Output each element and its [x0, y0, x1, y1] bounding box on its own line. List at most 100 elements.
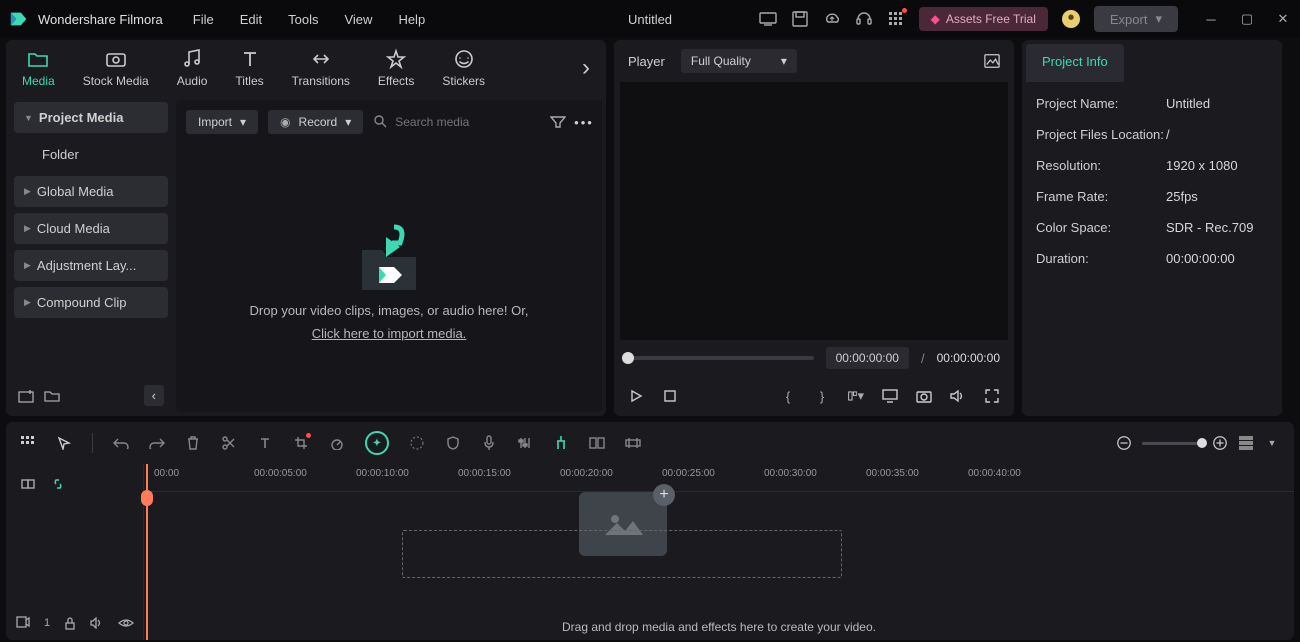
more-categories-icon[interactable]: ›	[582, 54, 590, 82]
timeline-ruler[interactable]: 00:00 00:00:05:00 00:00:10:00 00:00:15:0…	[144, 464, 1294, 492]
color-icon[interactable]	[409, 435, 425, 451]
tab-transitions[interactable]: Transitions	[292, 48, 350, 88]
filter-icon[interactable]	[550, 114, 566, 130]
info-label: Resolution:	[1036, 158, 1166, 173]
tab-titles[interactable]: Titles	[235, 48, 263, 88]
player-viewport[interactable]	[620, 82, 1008, 340]
caret-down-icon: ▼	[24, 113, 33, 123]
minimize-icon[interactable]: ─	[1202, 10, 1220, 28]
text-tool-icon[interactable]	[257, 435, 273, 451]
export-button[interactable]: Export ▾	[1094, 6, 1178, 32]
tab-media[interactable]: Media	[22, 48, 55, 88]
speed-icon[interactable]	[329, 435, 345, 451]
import-link[interactable]: Click here to import media.	[312, 326, 467, 341]
display-icon[interactable]	[882, 388, 898, 404]
crop-icon[interactable]	[293, 435, 309, 451]
track-lock-icon[interactable]	[64, 615, 76, 631]
link-clips-icon[interactable]	[20, 476, 36, 492]
media-sidebar: ▼Project Media Folder ▶Global Media ▶Clo…	[6, 96, 176, 416]
play-icon[interactable]	[628, 388, 644, 404]
drop-folder-icon	[344, 215, 434, 295]
zoom-in-icon[interactable]	[1212, 435, 1228, 451]
video-track-icon[interactable]	[16, 616, 30, 631]
stop-icon[interactable]	[662, 388, 678, 404]
mic-icon[interactable]	[481, 435, 497, 451]
folder-small-icon[interactable]	[44, 388, 60, 404]
new-bin-icon[interactable]	[18, 388, 34, 404]
split-icon[interactable]	[221, 435, 237, 451]
menu-file[interactable]: File	[193, 12, 214, 27]
tab-audio[interactable]: Audio	[177, 48, 208, 88]
delete-icon[interactable]	[185, 435, 201, 451]
tab-stickers[interactable]: Stickers	[442, 48, 485, 88]
more-icon[interactable]: •••	[576, 114, 592, 130]
assets-free-trial-button[interactable]: ◆ Assets Free Trial	[919, 7, 1048, 31]
timeline-toolbar: ✦ ▼	[6, 422, 1294, 464]
sidebar-adjustment-layer[interactable]: ▶Adjustment Lay...	[14, 250, 168, 281]
camera-small-icon[interactable]	[916, 388, 932, 404]
redo-icon[interactable]	[149, 435, 165, 451]
mark-out-icon[interactable]: }	[814, 388, 830, 404]
playhead[interactable]	[146, 464, 148, 640]
close-icon[interactable]: ✕	[1274, 10, 1292, 28]
sidebar-global-media[interactable]: ▶Global Media	[14, 176, 168, 207]
device-icon[interactable]	[759, 10, 777, 28]
quality-select[interactable]: Full Quality▾	[681, 49, 797, 73]
keyframe-icon[interactable]	[589, 435, 605, 451]
tab-stock-media[interactable]: Stock Media	[83, 48, 149, 88]
maximize-icon[interactable]: ▢	[1238, 10, 1256, 28]
track-drop-target[interactable]	[402, 530, 842, 578]
time-separator: /	[921, 351, 925, 366]
media-panel: Media Stock Media Audio Titles Transitio…	[6, 40, 606, 416]
avatar-icon[interactable]	[1062, 10, 1080, 28]
select-icon[interactable]	[56, 435, 72, 451]
grid-icon[interactable]	[20, 435, 36, 451]
search-input[interactable]	[395, 115, 540, 129]
layout-icon[interactable]: ▾	[848, 388, 864, 404]
apps-icon[interactable]	[887, 10, 905, 28]
marker-icon[interactable]	[553, 435, 569, 451]
menu-tools[interactable]: Tools	[288, 12, 318, 27]
import-button[interactable]: Import▾	[186, 110, 258, 134]
info-value: 00:00:00:00	[1166, 251, 1235, 266]
ai-icon[interactable]: ✦	[365, 431, 389, 455]
snapshot-icon[interactable]	[984, 53, 1000, 69]
tab-effects[interactable]: Effects	[378, 48, 414, 88]
info-label: Duration:	[1036, 251, 1166, 266]
menu-view[interactable]: View	[344, 12, 372, 27]
cloud-sync-icon[interactable]	[823, 10, 841, 28]
collapse-sidebar-icon[interactable]: ‹	[144, 385, 164, 406]
mark-in-icon[interactable]: {	[780, 388, 796, 404]
sidebar-cloud-media[interactable]: ▶Cloud Media	[14, 213, 168, 244]
volume-icon[interactable]	[950, 388, 966, 404]
sidebar-project-media[interactable]: ▼Project Media	[14, 102, 168, 133]
zoom-out-icon[interactable]	[1116, 435, 1132, 451]
record-button[interactable]: ◉Record▾	[268, 110, 363, 134]
audio-mixer-icon[interactable]	[517, 435, 533, 451]
undo-icon[interactable]	[113, 435, 129, 451]
shield-icon[interactable]	[445, 435, 461, 451]
zoom-fit-icon[interactable]	[1238, 435, 1254, 451]
save-icon[interactable]	[791, 10, 809, 28]
sidebar-folder[interactable]: Folder	[14, 139, 168, 170]
diamond-icon: ◆	[931, 12, 940, 26]
seek-slider[interactable]	[628, 356, 814, 360]
support-icon[interactable]	[855, 10, 873, 28]
menu-edit[interactable]: Edit	[240, 12, 262, 27]
sidebar-compound-clip[interactable]: ▶Compound Clip	[14, 287, 168, 318]
chain-icon[interactable]	[50, 476, 66, 492]
timeline-tracks[interactable]: 00:00 00:00:05:00 00:00:10:00 00:00:15:0…	[144, 464, 1294, 640]
folder-icon	[27, 48, 49, 70]
track-visibility-icon[interactable]	[118, 615, 134, 631]
zoom-slider[interactable]	[1142, 442, 1202, 445]
chevron-down-icon: ▾	[781, 54, 787, 68]
chevron-down-icon[interactable]: ▼	[1264, 435, 1280, 451]
fullscreen-icon[interactable]	[984, 388, 1000, 404]
menu-help[interactable]: Help	[398, 12, 425, 27]
search-icon	[373, 114, 387, 131]
media-drop-zone[interactable]: Drop your video clips, images, or audio …	[176, 144, 602, 412]
render-icon[interactable]	[625, 435, 641, 451]
track-mute-icon[interactable]	[90, 615, 104, 631]
add-media-icon[interactable]: +	[653, 484, 675, 506]
tab-project-info[interactable]: Project Info	[1026, 44, 1124, 82]
